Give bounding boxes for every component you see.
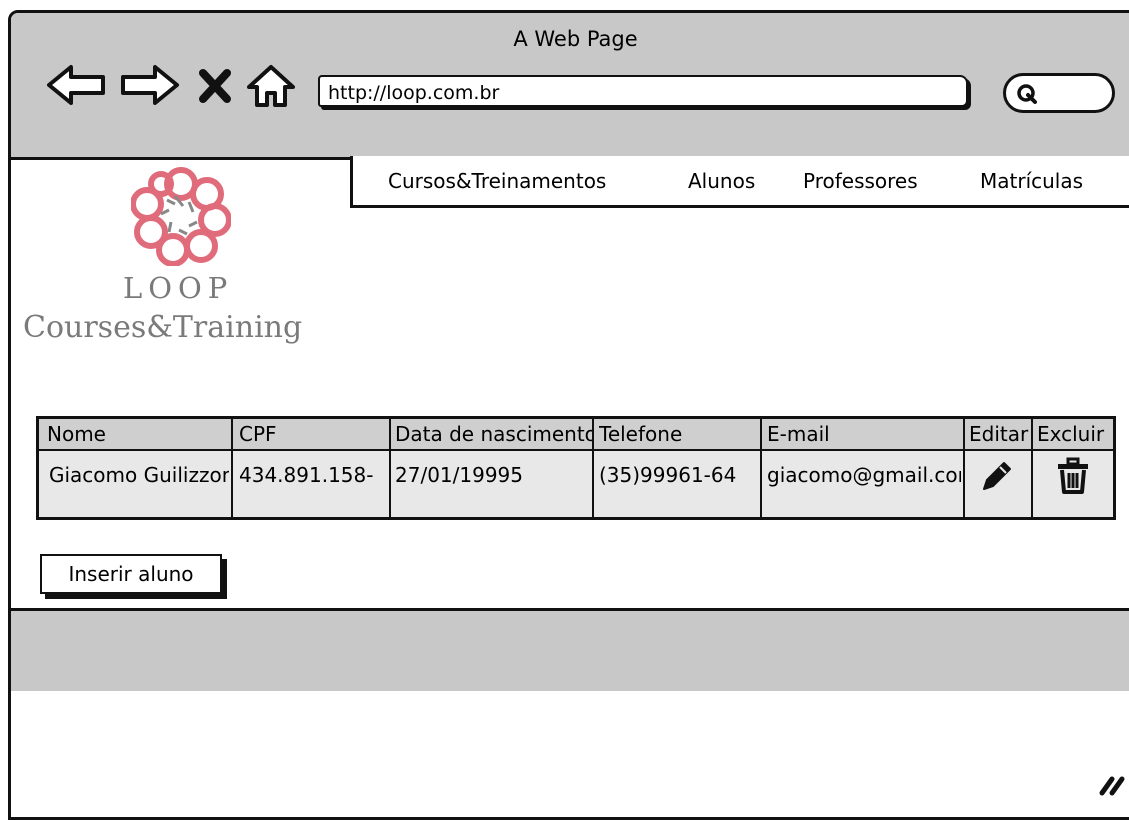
cell-cpf: 434.891.158- [239,463,374,487]
menu-item-professores[interactable]: Professores [803,169,918,193]
header-telefone: Telefone [599,422,683,446]
menu-item-matriculas[interactable]: Matrículas [980,169,1083,193]
column-divider [389,419,391,517]
header-cpf: CPF [239,422,277,446]
students-table: Nome CPF Data de nascimento Telefone E-m… [36,416,1116,520]
column-divider [592,419,594,517]
logo-subtitle: Courses&Training [23,310,303,345]
trash-icon[interactable] [1055,457,1091,495]
url-input[interactable]: http://loop.com.br [318,75,968,107]
window-title: A Web Page [513,27,638,51]
browser-chrome: A Web Page http://loop.com.br [11,13,1129,160]
logo-title: LOOP [123,271,234,305]
table-header: Nome CPF Data de nascimento Telefone E-m… [39,419,1113,451]
search-input[interactable] [1003,73,1115,113]
cell-nascimento: 27/01/19995 [395,463,523,487]
column-divider [1031,419,1033,517]
header-excluir: Excluir [1037,422,1105,446]
browser-window: A Web Page http://loop.com.br Cursos&Tre… [8,10,1129,820]
cell-email: giacomo@gmail.com [767,463,961,487]
header-nome: Nome [47,422,106,446]
search-icon [1017,84,1037,104]
logo: LOOP Courses&Training [11,160,351,390]
arrow-right-icon[interactable] [117,63,181,107]
column-divider [963,419,965,517]
menu-item-cursos[interactable]: Cursos&Treinamentos [388,169,606,193]
page-content: Cursos&Treinamentos Alunos Professores M… [11,156,1129,817]
main-menu: Cursos&Treinamentos Alunos Professores M… [350,156,1129,208]
close-icon[interactable] [197,63,233,107]
status-bar [11,608,1129,691]
cell-nome: Giacomo Guilizzoni [49,463,229,487]
resize-grip-icon[interactable] [1098,773,1128,797]
header-email: E-mail [767,422,830,446]
cell-telefone: (35)99961-64 [599,463,737,487]
column-divider [231,419,233,517]
arrow-left-icon[interactable] [45,63,109,107]
insert-student-button[interactable]: Inserir aluno [40,554,222,594]
header-editar: Editar [969,422,1029,446]
column-divider [760,419,762,517]
header-nascimento: Data de nascimento [395,422,592,446]
menu-item-alunos[interactable]: Alunos [688,169,755,193]
logo-knot-icon [131,167,231,266]
home-icon[interactable] [245,63,297,107]
pencil-icon[interactable] [978,457,1016,495]
